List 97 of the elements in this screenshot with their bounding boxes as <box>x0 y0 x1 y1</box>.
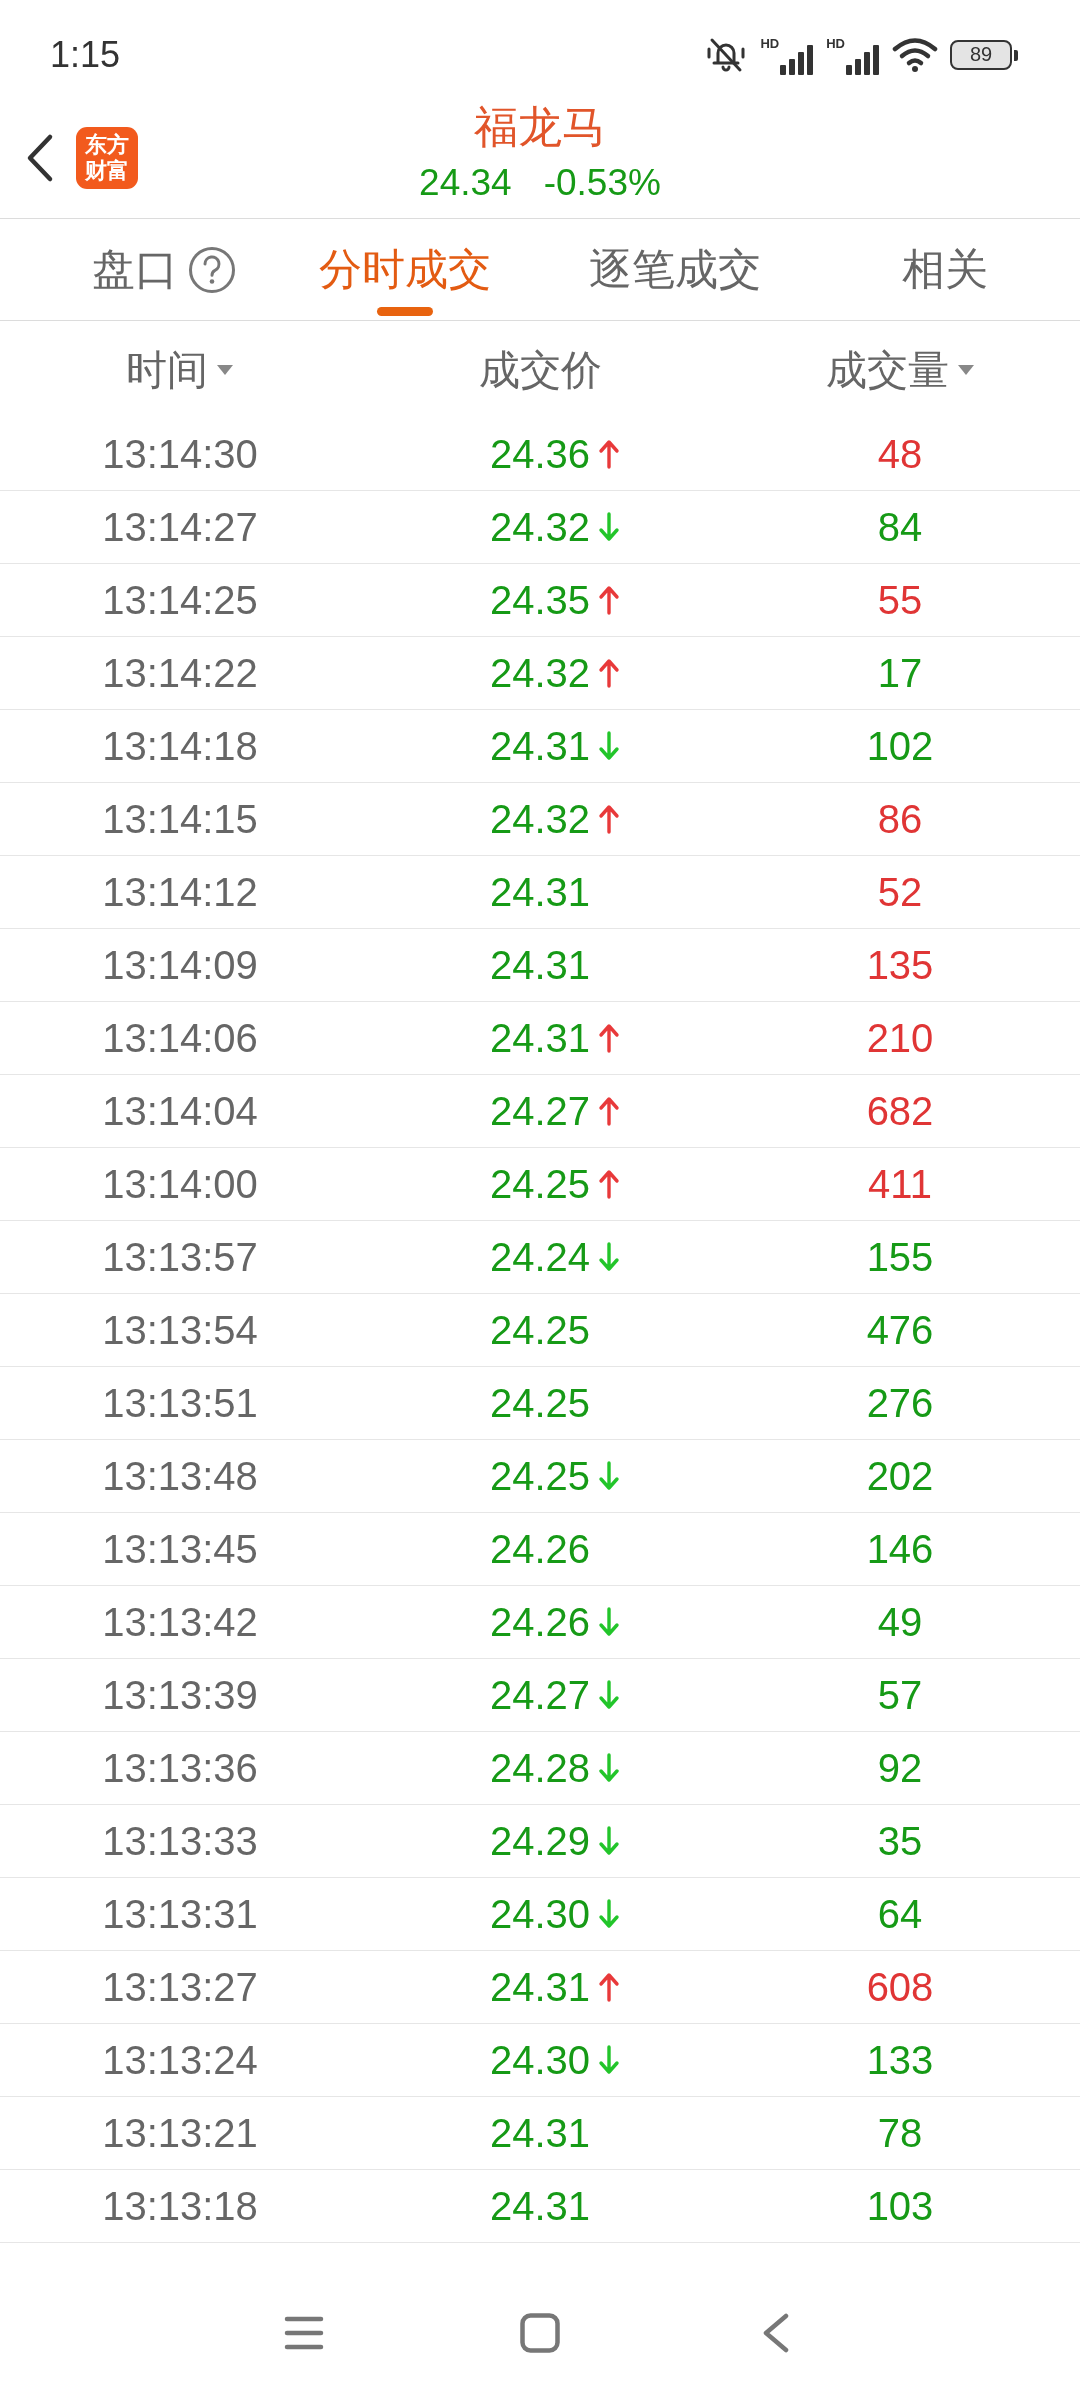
tab[interactable]: 分时成交 <box>270 219 540 320</box>
trade-price: 24.32 <box>489 796 591 842</box>
trade-time: 13:13:27 <box>102 1964 258 2010</box>
stock-price: 24.34 <box>419 161 512 205</box>
trade-time: 13:14:09 <box>102 942 258 988</box>
trade-price: 24.25 <box>489 1161 591 1207</box>
trade-time: 13:13:48 <box>102 1453 258 1499</box>
trade-time: 13:13:21 <box>102 2110 258 2156</box>
trade-volume: 155 <box>866 1234 934 1280</box>
trade-price: 24.31 <box>489 1015 591 1061</box>
trade-time: 13:14:04 <box>102 1088 258 1134</box>
trade-price: 24.31 <box>489 869 591 915</box>
trade-price: 24.29 <box>489 1818 591 1864</box>
trade-time: 13:14:27 <box>102 504 258 550</box>
column-header: 成交价 <box>478 345 602 394</box>
trade-volume: 92 <box>877 1745 923 1791</box>
trade-volume: 49 <box>877 1599 923 1645</box>
trade-price: 24.35 <box>489 577 591 623</box>
trade-volume: 55 <box>877 577 923 623</box>
trade-volume: 64 <box>877 1891 923 1937</box>
tab[interactable]: 盘口 <box>0 219 270 320</box>
trade-time: 13:13:42 <box>102 1599 258 1645</box>
tab[interactable]: 逐笔成交 <box>540 219 810 320</box>
trade-price: 24.25 <box>489 1307 591 1353</box>
trade-time: 13:13:31 <box>102 1891 258 1937</box>
trade-price: 24.36 <box>489 431 591 477</box>
wifi-icon <box>892 38 938 72</box>
trade-time: 13:14:00 <box>102 1161 258 1207</box>
trade-volume: 52 <box>877 869 923 915</box>
trade-volume: 202 <box>866 1453 934 1499</box>
trade-price: 24.28 <box>489 1745 591 1791</box>
trade-time: 13:14:12 <box>102 869 258 915</box>
help-icon[interactable] <box>188 245 236 294</box>
trade-time: 13:13:33 <box>102 1818 258 1864</box>
trade-volume: 86 <box>877 796 923 842</box>
trade-price: 24.26 <box>489 1599 591 1645</box>
trade-volume: 84 <box>877 504 923 550</box>
trade-volume: 17 <box>877 650 923 696</box>
trade-time: 13:13:36 <box>102 1745 258 1791</box>
trade-time: 13:14:18 <box>102 723 258 769</box>
trade-price: 24.31 <box>489 2183 591 2229</box>
trade-price: 24.30 <box>489 2037 591 2083</box>
trade-time: 13:13:24 <box>102 2037 258 2083</box>
trade-volume: 608 <box>866 1964 934 2010</box>
trade-time: 13:14:06 <box>102 1015 258 1061</box>
trade-volume: 146 <box>866 1526 934 1572</box>
selected-tab-indicator <box>377 307 433 316</box>
trade-time: 13:13:18 <box>102 2183 258 2229</box>
trade-volume: 35 <box>877 1818 923 1864</box>
trade-volume: 48 <box>877 431 923 477</box>
trade-price: 24.31 <box>489 723 591 769</box>
trade-volume: 133 <box>866 2037 934 2083</box>
trade-time: 13:13:39 <box>102 1672 258 1718</box>
network-type-label: HD <box>826 37 845 50</box>
column-header[interactable]: 成交量 <box>825 345 975 394</box>
trade-price: 24.25 <box>489 1380 591 1426</box>
trade-volume: 210 <box>866 1015 934 1061</box>
trade-time: 13:13:57 <box>102 1234 258 1280</box>
trade-volume: 103 <box>866 2183 934 2229</box>
menu-icon[interactable] <box>284 2315 324 2351</box>
stock-name: 福龙马 <box>474 105 606 149</box>
status-time: 1:15 <box>50 35 121 75</box>
trade-volume: 102 <box>866 723 934 769</box>
trade-price: 24.25 <box>489 1453 591 1499</box>
trade-price: 24.31 <box>489 942 591 988</box>
trade-price: 24.27 <box>489 1088 591 1134</box>
trade-time: 13:13:45 <box>102 1526 258 1572</box>
trade-volume: 135 <box>866 942 934 988</box>
trade-price: 24.32 <box>489 650 591 696</box>
home-icon[interactable] <box>520 2313 560 2353</box>
tab[interactable]: 相关 <box>810 219 1080 320</box>
trade-time: 13:13:54 <box>102 1307 258 1353</box>
trade-time: 13:14:22 <box>102 650 258 696</box>
trade-time: 13:14:30 <box>102 431 258 477</box>
price-change: -0.53% <box>543 161 661 205</box>
trade-volume: 78 <box>877 2110 923 2156</box>
trade-price: 24.30 <box>489 1891 591 1937</box>
trade-time: 13:14:25 <box>102 577 258 623</box>
trade-volume: 682 <box>866 1088 934 1134</box>
trade-volume: 411 <box>868 1161 932 1207</box>
trade-price: 24.27 <box>489 1672 591 1718</box>
battery-level: 89 <box>950 40 1018 70</box>
column-header[interactable]: 时间 <box>126 345 234 394</box>
trade-volume: 57 <box>877 1672 923 1718</box>
trade-price: 24.32 <box>489 504 591 550</box>
signal-bars-icon <box>846 45 880 75</box>
trade-price: 24.24 <box>489 1234 591 1280</box>
trade-price: 24.31 <box>489 2110 591 2156</box>
trade-volume: 476 <box>866 1307 934 1353</box>
network-type-label: HD <box>760 37 780 50</box>
trade-time: 13:14:15 <box>102 796 258 842</box>
trade-time: 13:13:51 <box>102 1380 258 1426</box>
signal-bars-icon <box>780 45 815 75</box>
app-logo[interactable]: 东方 财富 <box>76 127 138 189</box>
trade-volume: 276 <box>866 1380 934 1426</box>
trade-price: 24.26 <box>489 1526 591 1572</box>
trade-price: 24.31 <box>489 1964 591 2010</box>
